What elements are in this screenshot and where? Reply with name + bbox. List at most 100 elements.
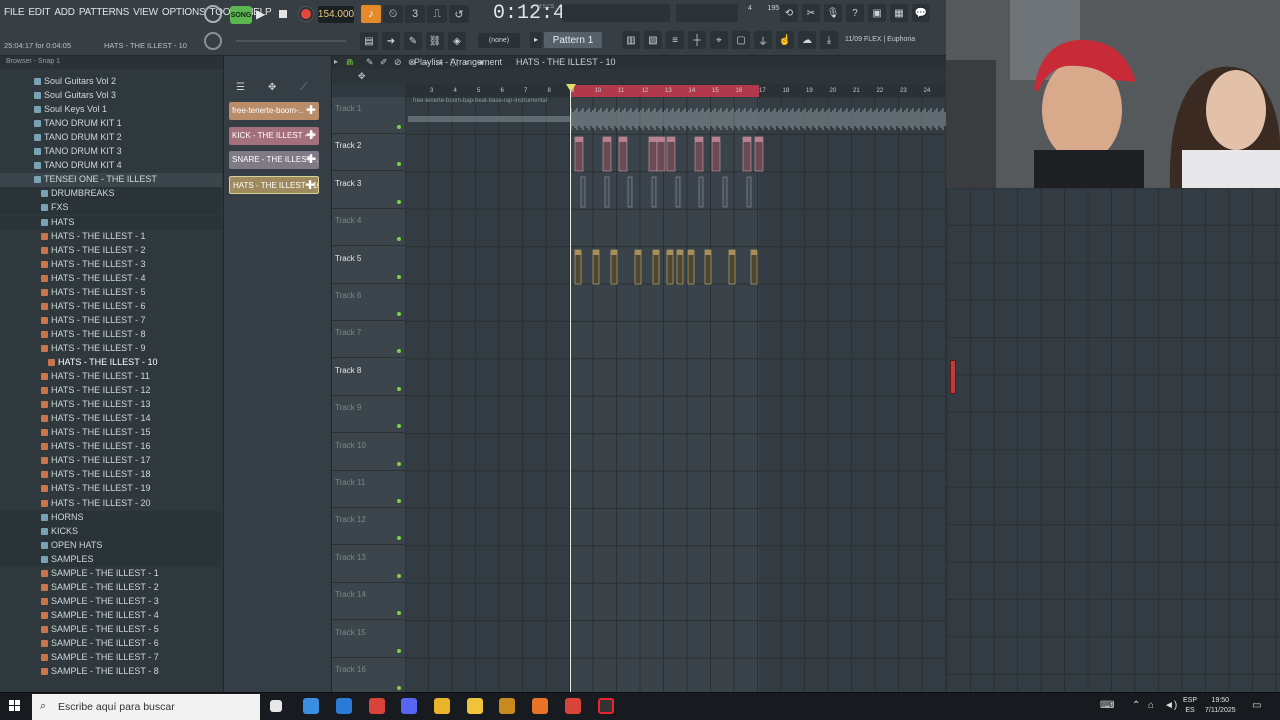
browser-folder[interactable]: TANO DRUM KIT 4	[0, 159, 222, 173]
browser-file[interactable]: SAMPLE - THE ILLEST - 7	[0, 651, 222, 665]
song-mode-button[interactable]: SONG	[230, 6, 252, 24]
task-view-icon[interactable]	[270, 700, 282, 712]
track-header[interactable]: Track 5	[332, 247, 405, 284]
tempo-display[interactable]: 154.000	[318, 6, 354, 23]
playlist-icon[interactable]: ▥	[622, 31, 640, 49]
edge-icon[interactable]	[336, 698, 352, 714]
arrow-icon[interactable]: ➜	[382, 32, 400, 50]
playlist-tools-icon[interactable]: ▸	[334, 57, 338, 66]
add-clip-icon[interactable]: ✚	[306, 104, 316, 116]
stamp-icon[interactable]: ◈	[448, 32, 466, 50]
network-icon[interactable]: ⌂	[1148, 700, 1154, 711]
browser-folder[interactable]: OPEN HATS	[0, 538, 222, 553]
channel-clip[interactable]: KICK - THE ILLEST - 6 ✚	[229, 126, 319, 145]
mic-icon[interactable]: 🎙	[824, 4, 842, 22]
play-button[interactable]: ▶	[256, 7, 265, 21]
save-icon[interactable]: ▣	[868, 4, 886, 22]
loop-record-icon[interactable]: ↺	[449, 5, 469, 23]
tool-delete-icon[interactable]: ⊘	[394, 57, 402, 68]
mixer-icon[interactable]: ≡	[666, 31, 684, 49]
add-clip-icon[interactable]: ✚	[306, 153, 316, 165]
track-header[interactable]: Track 15	[332, 621, 405, 658]
pattern-group-select[interactable]: (none)	[478, 33, 520, 48]
browser-file[interactable]: SAMPLE - THE ILLEST - 4	[0, 609, 222, 623]
menu-file[interactable]: FILE	[4, 7, 25, 18]
browser-file[interactable]: HATS - THE ILLEST - 15	[0, 426, 222, 440]
draw-icon[interactable]: ✎	[404, 32, 422, 50]
position-slider[interactable]	[236, 40, 346, 42]
picker-brush-icon[interactable]: ⟋	[300, 82, 307, 93]
pattern-prev-icon[interactable]: ▸	[530, 32, 542, 48]
browser-file[interactable]: HATS - THE ILLEST - 13	[0, 398, 222, 412]
browser-file[interactable]: SAMPLE - THE ILLEST - 8	[0, 665, 222, 679]
browser-file[interactable]: SAMPLE - THE ILLEST - 1	[0, 567, 222, 581]
track-mute-led[interactable]	[397, 162, 401, 167]
copilot-icon[interactable]	[303, 698, 319, 714]
browser-file[interactable]: HATS - THE ILLEST - 6	[0, 300, 222, 314]
browser-folder[interactable]: DRUMBREAKS	[0, 187, 222, 202]
folder-icon[interactable]	[499, 698, 515, 714]
browser-file[interactable]: SAMPLE - THE ILLEST - 6	[0, 637, 222, 651]
track-header[interactable]: Track 3	[332, 172, 405, 209]
volume-icon[interactable]: ◄)	[1164, 700, 1177, 711]
browser-folder[interactable]: TANO DRUM KIT 2	[0, 131, 222, 145]
browser-folder[interactable]: Soul Keys Vol 1	[0, 103, 222, 117]
wait-input-icon[interactable]: ⏲	[383, 5, 403, 23]
track-header[interactable]: Track 16	[332, 658, 405, 695]
browser-file[interactable]: HATS - THE ILLEST - 7	[0, 314, 222, 328]
browser-file[interactable]: HATS - THE ILLEST - 9	[0, 342, 222, 356]
menu-options[interactable]: OPTIONS	[162, 7, 206, 18]
track-mute-led[interactable]	[397, 125, 401, 129]
help-icon[interactable]: ?	[846, 4, 864, 22]
browser-file[interactable]: HATS - THE ILLEST - 5	[0, 286, 222, 300]
track-mute-led[interactable]	[397, 237, 401, 242]
browser-file[interactable]: HATS - THE ILLEST - 8	[0, 328, 222, 342]
track-header[interactable]: Track 8	[332, 359, 405, 396]
browser-file[interactable]: HATS - THE ILLEST - 11	[0, 370, 222, 384]
browser-file[interactable]: HATS - THE ILLEST - 2	[0, 244, 222, 258]
undo-icon[interactable]: ⟲	[780, 4, 798, 22]
track-mute-led[interactable]	[397, 648, 401, 653]
add-clip-icon[interactable]: ✚	[306, 129, 316, 141]
magnet-icon[interactable]: ⋒	[346, 57, 354, 68]
browser-file[interactable]: HATS - THE ILLEST - 1	[0, 230, 222, 244]
track-header[interactable]: Track 11	[332, 471, 405, 508]
track-header[interactable]: Track 2	[332, 134, 405, 172]
windows-start-icon[interactable]	[9, 700, 21, 712]
discord-icon[interactable]	[401, 698, 417, 714]
pattern-selector[interactable]: Pattern 1	[544, 32, 602, 48]
browser-file[interactable]: SAMPLE - THE ILLEST - 3	[0, 595, 222, 609]
playlist-grid[interactable]: free-tenerte-boom-bap-beat-base-rap-inst…	[404, 96, 946, 692]
browser-file[interactable]: HATS - THE ILLEST - 20	[0, 497, 222, 511]
track-mute-led[interactable]	[397, 312, 401, 316]
playhead-marker-icon[interactable]	[566, 84, 576, 92]
picker-move-icon[interactable]: ✥	[268, 82, 276, 93]
track-mute-led[interactable]	[397, 349, 401, 354]
browser-folder[interactable]: Soul Guitars Vol 3	[0, 89, 222, 103]
menu-view[interactable]: VIEW	[133, 7, 158, 18]
metronome-icon[interactable]: ♪	[361, 5, 381, 23]
keyboard-icon[interactable]: ⌨	[1100, 700, 1114, 711]
track-header[interactable]: Track 12	[332, 508, 405, 546]
browser-file[interactable]: HATS - THE ILLEST - 18	[0, 468, 222, 482]
track-header[interactable]: Track 10	[332, 434, 405, 471]
browser-file[interactable]: HATS - THE ILLEST - 10	[0, 356, 222, 370]
chrome-3-icon[interactable]	[565, 698, 581, 714]
browser-folder[interactable]: FXS	[0, 201, 222, 216]
channel-clip[interactable]: free-tenerte-boom-.. ✚	[229, 102, 319, 120]
eq-icon[interactable]: ┼	[688, 31, 706, 49]
master-volume-knob[interactable]	[204, 5, 222, 23]
browser-folder[interactable]: TENSEI ONE - THE ILLEST	[0, 173, 222, 188]
link-icon[interactable]: ⛓	[426, 32, 444, 50]
browser-folder[interactable]: KICKS	[0, 524, 222, 539]
channel-clip[interactable]: HATS - THE ILLEST - 10 ✚	[229, 175, 319, 194]
track-mute-led[interactable]	[397, 536, 401, 541]
cloud-icon[interactable]: ☁	[798, 31, 816, 49]
browser-folder[interactable]: TANO DRUM KIT 3	[0, 145, 222, 159]
browser-file[interactable]: SAMPLE - THE ILLEST - 5	[0, 623, 222, 637]
notification-icon[interactable]: ▭	[1252, 700, 1261, 711]
zoom-icon[interactable]: ✥	[358, 71, 366, 82]
browser-file[interactable]: HATS - THE ILLEST - 19	[0, 482, 222, 496]
track-header[interactable]: Track 9	[332, 396, 405, 434]
browser-folder[interactable]: TANO DRUM KIT 1	[0, 117, 222, 131]
